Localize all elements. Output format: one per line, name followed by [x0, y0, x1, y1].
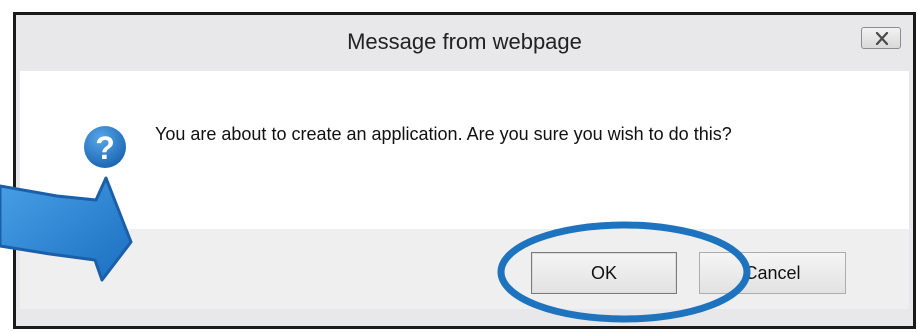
cancel-button[interactable]: Cancel — [699, 252, 846, 294]
dialog-button-bar: OK Cancel — [20, 229, 909, 309]
message-dialog: Message from webpage ? You are about to … — [13, 12, 916, 329]
dialog-title: Message from webpage — [347, 29, 582, 54]
dialog-content: ? You are about to create an application… — [20, 71, 909, 229]
question-icon: ? — [84, 126, 126, 168]
close-x-icon — [875, 32, 889, 45]
ok-button[interactable]: OK — [531, 252, 677, 294]
screenshot-stage: Message from webpage ? You are about to … — [0, 0, 918, 332]
svg-text:?: ? — [95, 130, 115, 166]
dialog-titlebar: Message from webpage — [16, 15, 913, 71]
close-button[interactable] — [861, 27, 901, 49]
dialog-message: You are about to create an application. … — [155, 124, 732, 144]
